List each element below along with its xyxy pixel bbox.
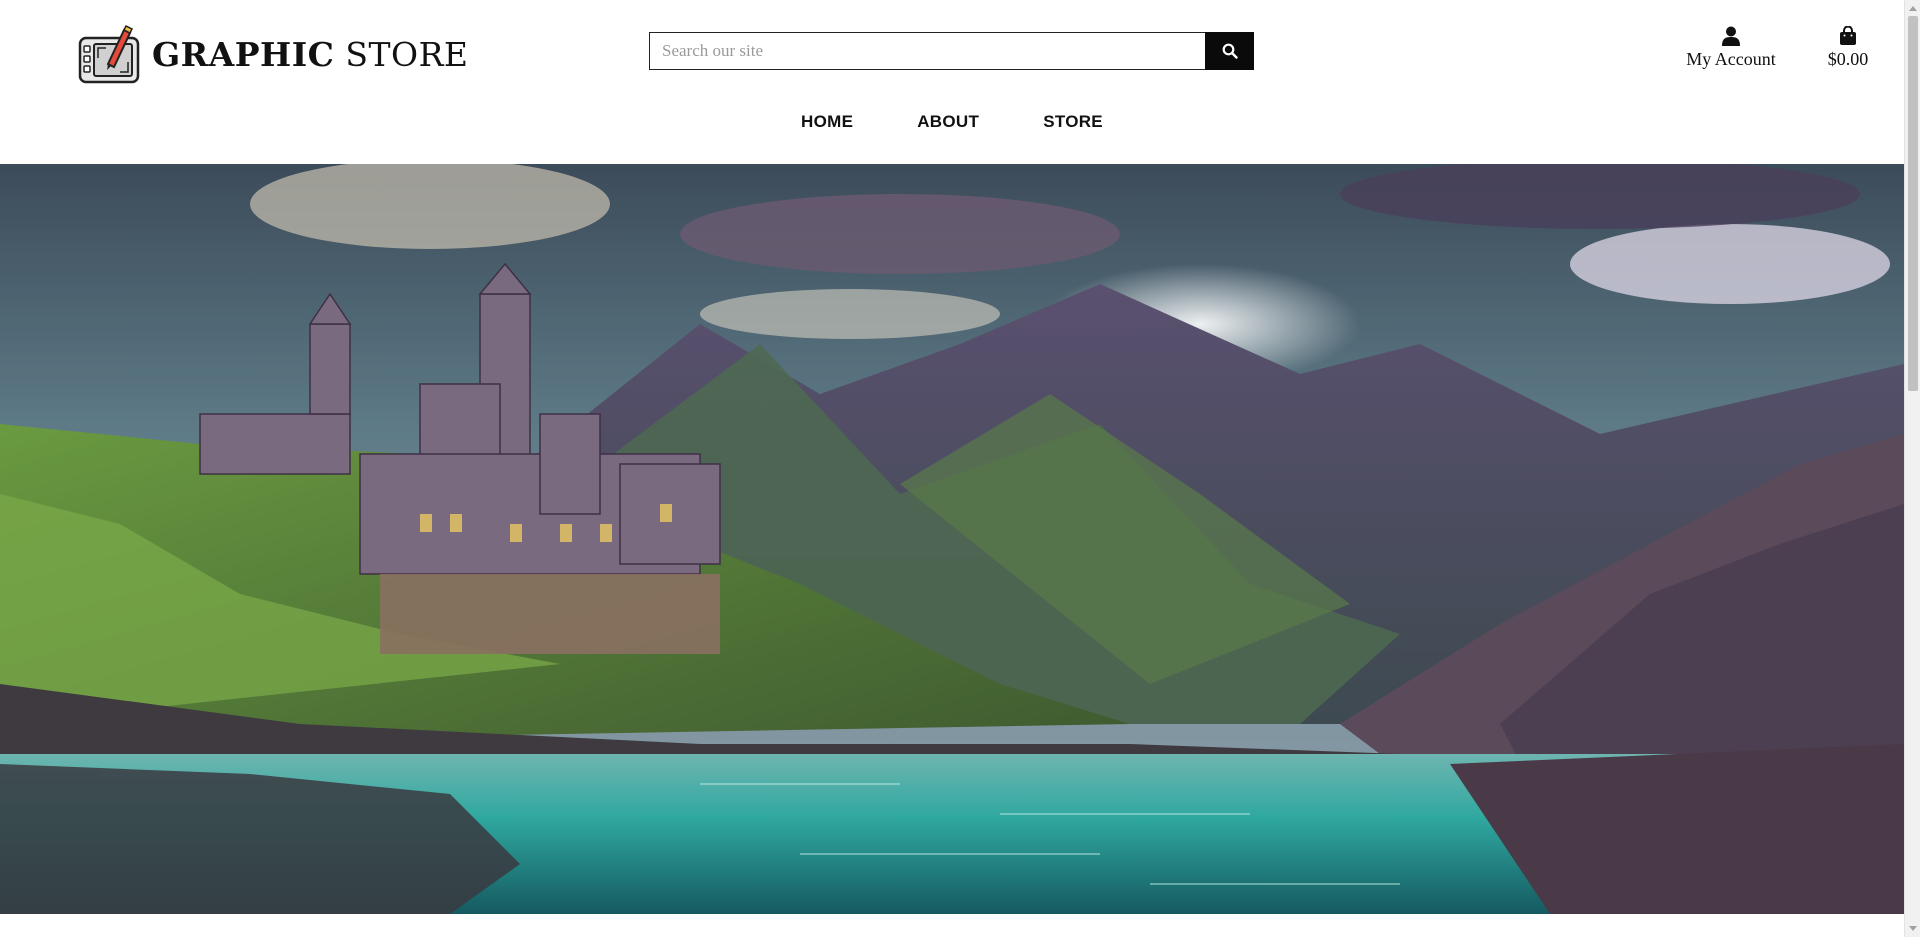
nav-store[interactable]: STORE [1011,108,1135,136]
search-form [649,32,1254,70]
page-scrollbar[interactable] [1904,0,1920,937]
scroll-up-arrow[interactable] [1905,0,1920,16]
scroll-thumb[interactable] [1908,16,1918,391]
nav-about[interactable]: ABOUT [885,108,1011,136]
drawing-tablet-icon [78,24,140,84]
my-account-label: My Account [1686,49,1776,69]
shopping-bag-icon [1840,26,1856,45]
search-icon [1222,43,1238,59]
fantasy-landscape-illustration [0,164,1904,914]
scroll-down-arrow[interactable] [1905,921,1920,937]
my-account-link[interactable]: My Account [1675,26,1787,70]
cart-link[interactable]: $0.00 [1816,26,1880,70]
brand-name: GRAPHIC STORE [152,35,469,74]
search-input[interactable] [649,32,1205,70]
brand-name-bold: GRAPHIC [152,34,335,74]
site-header: GRAPHIC STORE My Account $0.00 HOME ABOU… [0,0,1904,164]
brand-name-regular: STORE [345,34,469,74]
brand-logo[interactable]: GRAPHIC STORE [78,24,469,84]
search-button[interactable] [1205,32,1254,70]
main-nav: HOME ABOUT STORE [0,108,1904,136]
user-icon [1722,26,1740,46]
nav-home[interactable]: HOME [769,108,885,136]
hero-banner-image [0,164,1904,914]
cart-total: $0.00 [1827,49,1869,69]
